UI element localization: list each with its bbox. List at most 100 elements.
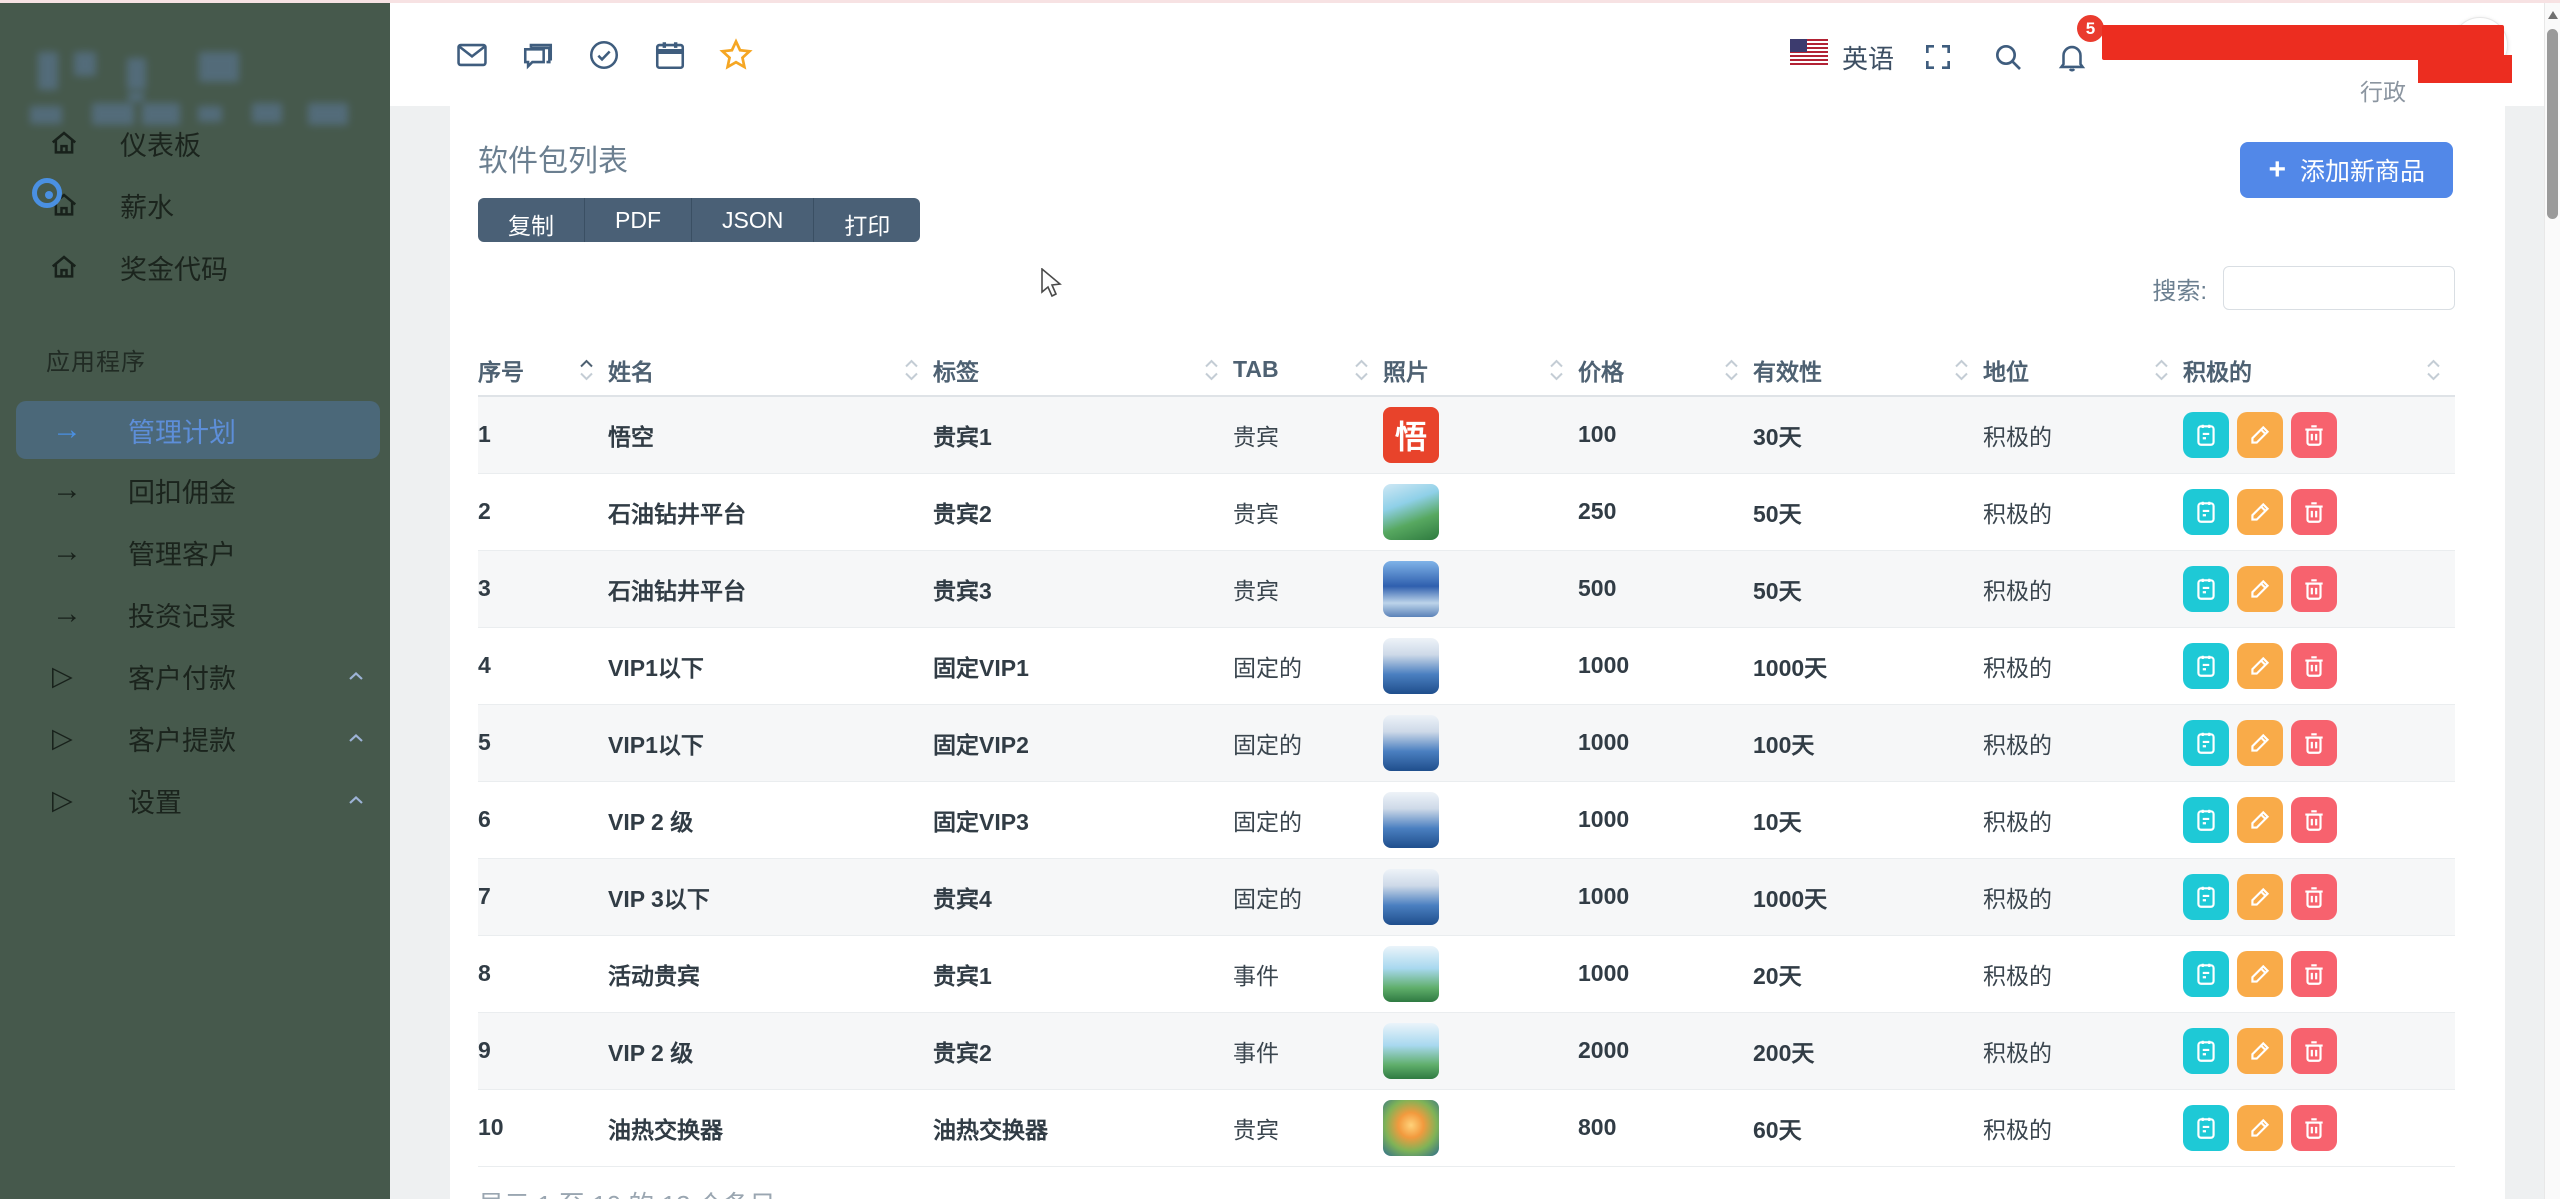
sidebar-item[interactable]: → 管理客户	[0, 521, 390, 583]
cell-price: 1000	[1578, 781, 1753, 858]
cell-validity: 10天	[1753, 781, 1983, 858]
view-button[interactable]	[2183, 1105, 2229, 1151]
column-header[interactable]: 价格	[1578, 344, 1753, 396]
cell-price: 1000	[1578, 858, 1753, 935]
cell-tag: 贵宾2	[933, 1012, 1233, 1089]
fullscreen-icon[interactable]	[1918, 37, 1958, 77]
sidebar-item-label: 回扣佣金	[128, 471, 236, 510]
edit-button[interactable]	[2237, 1028, 2283, 1074]
export-button[interactable]: JSON	[692, 198, 814, 242]
language-label[interactable]: 英语	[1842, 39, 1894, 76]
cell-tag: 贵宾3	[933, 550, 1233, 627]
column-header[interactable]: 有效性	[1753, 344, 1983, 396]
calendar-icon[interactable]	[650, 35, 690, 75]
export-button[interactable]: 打印	[814, 198, 920, 242]
column-header[interactable]: 标签	[933, 344, 1233, 396]
us-flag-icon[interactable]	[1790, 39, 1828, 65]
view-button[interactable]	[2183, 566, 2229, 612]
column-header[interactable]: 姓名	[608, 344, 933, 396]
table-row: 10 油热交换器 油热交换器 贵宾 800 60天 积极的	[478, 1089, 2455, 1166]
view-button[interactable]	[2183, 489, 2229, 535]
cell-status: 积极的	[1983, 627, 2183, 704]
search-label: 搜索:	[2152, 271, 2207, 306]
scrollbar-thumb[interactable]	[2547, 29, 2558, 219]
sidebar-item[interactable]: ▷ 客户付款	[0, 645, 390, 707]
view-button[interactable]	[2183, 720, 2229, 766]
edit-button[interactable]	[2237, 951, 2283, 997]
sidebar-item[interactable]: 奖金代码	[0, 236, 390, 298]
table-row: 9 VIP 2 级 贵宾2 事件 2000 200天 积极的	[478, 1012, 2455, 1089]
check-circle-icon[interactable]	[584, 35, 624, 75]
mail-icon[interactable]	[452, 35, 492, 75]
sidebar-item[interactable]: 仪表板	[0, 112, 390, 174]
view-button[interactable]	[2183, 1028, 2229, 1074]
sidebar-item[interactable]: → 投资记录	[0, 583, 390, 645]
cell-no: 8	[478, 935, 608, 1012]
sidebar-item-label: 投资记录	[128, 595, 236, 634]
column-header[interactable]: 地位	[1983, 344, 2183, 396]
edit-button[interactable]	[2237, 412, 2283, 458]
sort-up-icon	[1204, 359, 1219, 368]
delete-button[interactable]	[2291, 1105, 2337, 1151]
delete-button[interactable]	[2291, 797, 2337, 843]
edit-button[interactable]	[2237, 1105, 2283, 1151]
edit-button[interactable]	[2237, 874, 2283, 920]
sidebar-item[interactable]: → 管理计划	[16, 401, 380, 459]
view-button[interactable]	[2183, 797, 2229, 843]
delete-button[interactable]	[2291, 720, 2337, 766]
delete-button[interactable]	[2291, 412, 2337, 458]
chat-icon[interactable]	[518, 35, 558, 75]
edit-button[interactable]	[2237, 489, 2283, 535]
sidebar-item[interactable]: ▷ 设置	[0, 769, 390, 831]
delete-button[interactable]	[2291, 489, 2337, 535]
product-photo	[1383, 715, 1439, 771]
sidebar-item[interactable]: 薪水	[0, 174, 390, 236]
sort-down-icon	[1549, 372, 1564, 381]
search-icon[interactable]	[1988, 37, 2028, 77]
main-area: 软件包列表 复制 PDF JSON 打印 + 添加新商品 搜索: 序号	[390, 106, 2544, 1199]
sort-down-icon	[904, 372, 919, 381]
table-header-row: 序号 姓名 标签 TAB	[478, 344, 2455, 396]
add-new-product-button[interactable]: + 添加新商品	[2240, 142, 2453, 198]
sidebar-nav-apps: → 管理计划 → 回扣佣金 → 管理客户 → 投资记录 ▷ 客户付款 ▷ 客户提…	[0, 401, 390, 831]
edit-button[interactable]	[2237, 797, 2283, 843]
column-header[interactable]: TAB	[1233, 344, 1383, 396]
star-icon[interactable]	[716, 35, 756, 75]
delete-button[interactable]	[2291, 874, 2337, 920]
chevron-up-icon	[348, 795, 364, 805]
sort-carets	[1354, 359, 1369, 381]
edit-button[interactable]	[2237, 566, 2283, 612]
delete-button[interactable]	[2291, 643, 2337, 689]
view-button[interactable]	[2183, 412, 2229, 458]
view-button[interactable]	[2183, 643, 2229, 689]
cell-price: 2000	[1578, 1012, 1753, 1089]
view-button[interactable]	[2183, 874, 2229, 920]
sidebar-item[interactable]: ▷ 客户提款	[0, 707, 390, 769]
column-header[interactable]: 积极的	[2183, 344, 2455, 396]
delete-button[interactable]	[2291, 951, 2337, 997]
column-header[interactable]: 照片	[1383, 344, 1578, 396]
column-header-label: 照片	[1383, 353, 1429, 387]
view-button[interactable]	[2183, 951, 2229, 997]
sidebar-item[interactable]: → 回扣佣金	[0, 459, 390, 521]
scrollbar-up-arrow[interactable]	[2548, 11, 2558, 19]
edit-button[interactable]	[2237, 720, 2283, 766]
product-photo	[1383, 484, 1439, 540]
export-button[interactable]: PDF	[585, 198, 692, 242]
delete-button[interactable]	[2291, 1028, 2337, 1074]
home-icon	[46, 252, 82, 282]
delete-button[interactable]	[2291, 566, 2337, 612]
column-header[interactable]: 序号	[478, 344, 608, 396]
cell-tag: 贵宾4	[933, 858, 1233, 935]
chevron-up-icon	[348, 671, 364, 681]
bell-icon[interactable]	[2052, 37, 2092, 77]
vertical-scrollbar[interactable]	[2544, 3, 2560, 1199]
cell-actions	[2183, 396, 2455, 473]
topbar-shortcut-icons	[452, 35, 756, 75]
edit-button[interactable]	[2237, 643, 2283, 689]
export-button[interactable]: 复制	[478, 198, 585, 242]
search-input[interactable]	[2223, 266, 2455, 310]
column-header-label: TAB	[1233, 356, 1279, 383]
column-header-label: 有效性	[1753, 353, 1822, 387]
sort-carets	[2426, 359, 2441, 381]
